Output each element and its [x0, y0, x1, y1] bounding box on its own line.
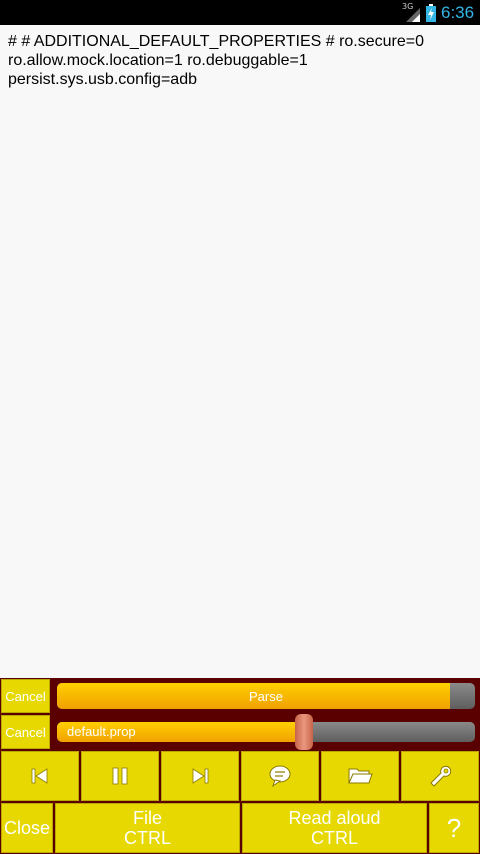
skip-previous-icon [31, 768, 48, 784]
battery-charging-icon [426, 4, 436, 22]
file-label: File [132, 808, 162, 828]
cancel-read-label: Cancel [5, 724, 46, 740]
read-aloud-label: Read aloud [288, 808, 381, 828]
parse-progress-label: Parse [249, 688, 283, 704]
file-name-label: default.prop [67, 724, 136, 739]
seek-bar[interactable]: default.prop [57, 722, 475, 742]
pause-button[interactable] [81, 751, 159, 801]
cancel-read-button[interactable]: Cancel [1, 715, 50, 749]
seek-thumb[interactable] [294, 714, 313, 750]
help-icon: ? [446, 812, 462, 843]
folder-open-icon [348, 768, 373, 784]
cancel-parse-button[interactable]: Cancel [1, 679, 50, 713]
speak-button[interactable] [241, 751, 319, 801]
close-label: Close [3, 818, 51, 838]
signal-icon [406, 8, 420, 22]
wrench-icon [430, 765, 452, 787]
next-button[interactable] [161, 751, 239, 801]
document-view[interactable]: # # ADDITIONAL_DEFAULT_PROPERTIES # ro.s… [0, 25, 480, 678]
skip-next-icon [192, 768, 209, 784]
speech-bubble-icon [269, 765, 291, 788]
read-aloud-sub-label: CTRL [310, 828, 358, 848]
clock: 6:36 [441, 3, 475, 22]
file-button[interactable]: File CTRL [55, 803, 240, 853]
cancel-parse-label: Cancel [5, 688, 46, 704]
document-text: # # ADDITIONAL_DEFAULT_PROPERTIES # ro.s… [8, 33, 429, 88]
parse-progress-bar: Parse [57, 683, 475, 709]
pause-icon [112, 767, 128, 785]
settings-button[interactable] [401, 751, 479, 801]
close-button[interactable]: Close [1, 803, 53, 853]
read-aloud-button[interactable]: Read aloud CTRL [242, 803, 427, 853]
file-sub-label: CTRL [123, 828, 171, 848]
help-button[interactable]: ? [429, 803, 479, 853]
open-folder-button[interactable] [321, 751, 399, 801]
status-bar: 3G 6:36 [0, 0, 480, 25]
previous-button[interactable] [1, 751, 79, 801]
